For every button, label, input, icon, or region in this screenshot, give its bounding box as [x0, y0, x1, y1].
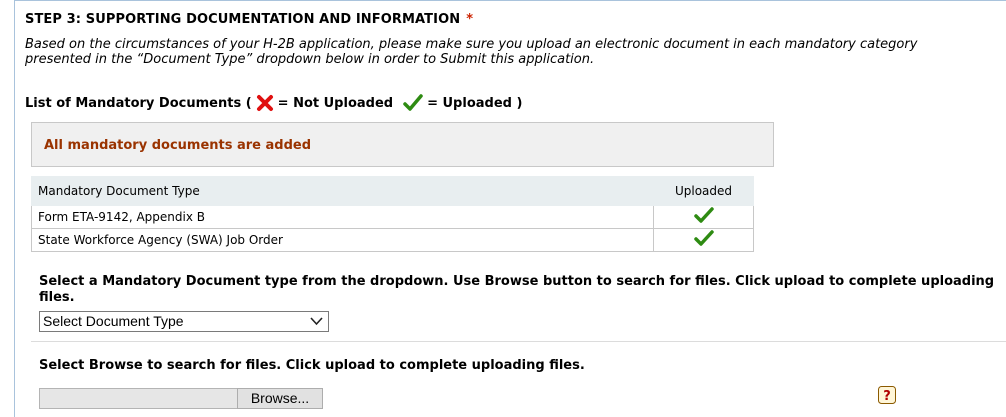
- legend-prefix: List of Mandatory Documents (: [25, 95, 252, 111]
- help-icon[interactable]: ?: [878, 386, 896, 404]
- table-row: Form ETA-9142, Appendix B: [31, 205, 754, 229]
- browse-instructions: Select Browse to search for files. Click…: [39, 358, 585, 373]
- chevron-down-icon: [310, 317, 323, 326]
- file-path-field[interactable]: [39, 388, 237, 409]
- legend-not-uploaded: = Not Uploaded: [277, 95, 394, 111]
- document-type-select-value: Select Document Type: [43, 313, 184, 329]
- browse-button[interactable]: Browse...: [237, 388, 323, 409]
- select-document-instructions: Select a Mandatory Document type from th…: [39, 274, 995, 305]
- uploaded-cell: [653, 205, 754, 229]
- green-check-icon: [693, 230, 714, 246]
- step-title: STEP 3: SUPPORTING DOCUMENTATION AND INF…: [25, 12, 473, 27]
- document-type-cell: Form ETA-9142, Appendix B: [31, 205, 654, 229]
- svg-text:?: ?: [883, 389, 891, 404]
- column-header-type: Mandatory Document Type: [31, 176, 654, 206]
- mandatory-documents-table: Mandatory Document Type Uploaded Form ET…: [31, 176, 754, 252]
- section-divider: [31, 341, 1006, 342]
- table-header-row: Mandatory Document Type Uploaded: [31, 176, 754, 206]
- column-header-uploaded: Uploaded: [653, 176, 754, 206]
- required-marker: *: [466, 12, 474, 27]
- document-type-select[interactable]: Select Document Type: [39, 311, 329, 332]
- table-row: State Workforce Agency (SWA) Job Order: [31, 228, 754, 252]
- document-type-cell: State Workforce Agency (SWA) Job Order: [31, 228, 654, 252]
- instructions-text: Based on the circumstances of your H-2B …: [25, 37, 918, 67]
- green-check-icon: [403, 94, 423, 111]
- red-x-icon: [256, 95, 273, 111]
- step-title-text: STEP 3: SUPPORTING DOCUMENTATION AND INF…: [25, 12, 461, 27]
- legend-uploaded: = Uploaded ): [427, 95, 523, 111]
- uploaded-cell: [653, 228, 754, 252]
- step-panel: STEP 3: SUPPORTING DOCUMENTATION AND INF…: [14, 0, 1006, 417]
- green-check-icon: [693, 207, 714, 223]
- legend: List of Mandatory Documents ( = Not Uplo…: [25, 94, 522, 112]
- status-message: All mandatory documents are added: [31, 122, 774, 167]
